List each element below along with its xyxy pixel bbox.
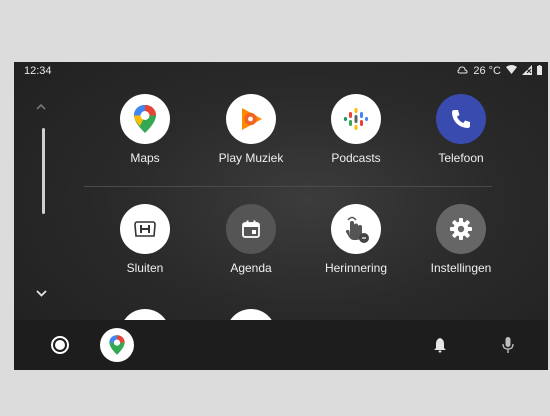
app-play-muziek[interactable]: Play Muziek: [201, 94, 301, 165]
app-sluiten[interactable]: Sluiten: [95, 204, 195, 275]
reminder-hand-icon: [331, 204, 381, 254]
app-agenda[interactable]: Agenda: [201, 204, 301, 275]
app-label: Telefoon: [438, 151, 484, 165]
wifi-icon: [506, 65, 517, 77]
no-signal-icon: [522, 64, 532, 78]
gear-icon: [436, 204, 486, 254]
app-label: Play Muziek: [218, 151, 284, 165]
maps-icon: [120, 94, 170, 144]
battery-icon: [537, 64, 542, 78]
dock-maps-button[interactable]: [100, 328, 134, 362]
scroll-bar[interactable]: [42, 128, 45, 214]
bell-icon: [434, 338, 446, 353]
app-podcasts[interactable]: Podcasts: [306, 94, 406, 165]
app-maps[interactable]: Maps: [95, 94, 195, 165]
maps-icon: [109, 335, 125, 355]
voice-button[interactable]: [498, 334, 518, 356]
status-temperature: 26 °C: [473, 65, 501, 77]
honda-logo-icon: [120, 204, 170, 254]
bottom-dock: [14, 320, 548, 370]
status-time: 12:34: [24, 65, 52, 77]
podcasts-icon: [331, 94, 381, 144]
scroll-rail[interactable]: [36, 102, 47, 322]
app-label: Instellingen: [430, 261, 492, 275]
home-button[interactable]: [50, 335, 70, 355]
microphone-icon: [502, 337, 514, 353]
scroll-down-icon[interactable]: [36, 286, 47, 300]
phone-icon: [436, 94, 486, 144]
app-instellingen[interactable]: Instellingen: [411, 204, 511, 275]
calendar-icon: [226, 204, 276, 254]
app-label: Agenda: [230, 261, 272, 275]
app-label: Sluiten: [126, 261, 164, 275]
app-label: Podcasts: [331, 151, 381, 165]
app-herinnering[interactable]: Herinnering: [306, 204, 406, 275]
app-label: Maps: [130, 151, 160, 165]
weather-icon: [457, 64, 468, 78]
android-auto-screen: 12:34 26 °C Maps Play Muziek Podcasts Te…: [14, 62, 548, 370]
app-label: Herinnering: [324, 261, 388, 275]
row-divider: [84, 186, 492, 187]
scroll-up-icon[interactable]: [36, 102, 46, 113]
play-music-icon: [226, 94, 276, 144]
notifications-button[interactable]: [430, 335, 450, 355]
app-telefoon[interactable]: Telefoon: [411, 94, 511, 165]
status-bar: 12:34 26 °C: [14, 62, 548, 80]
